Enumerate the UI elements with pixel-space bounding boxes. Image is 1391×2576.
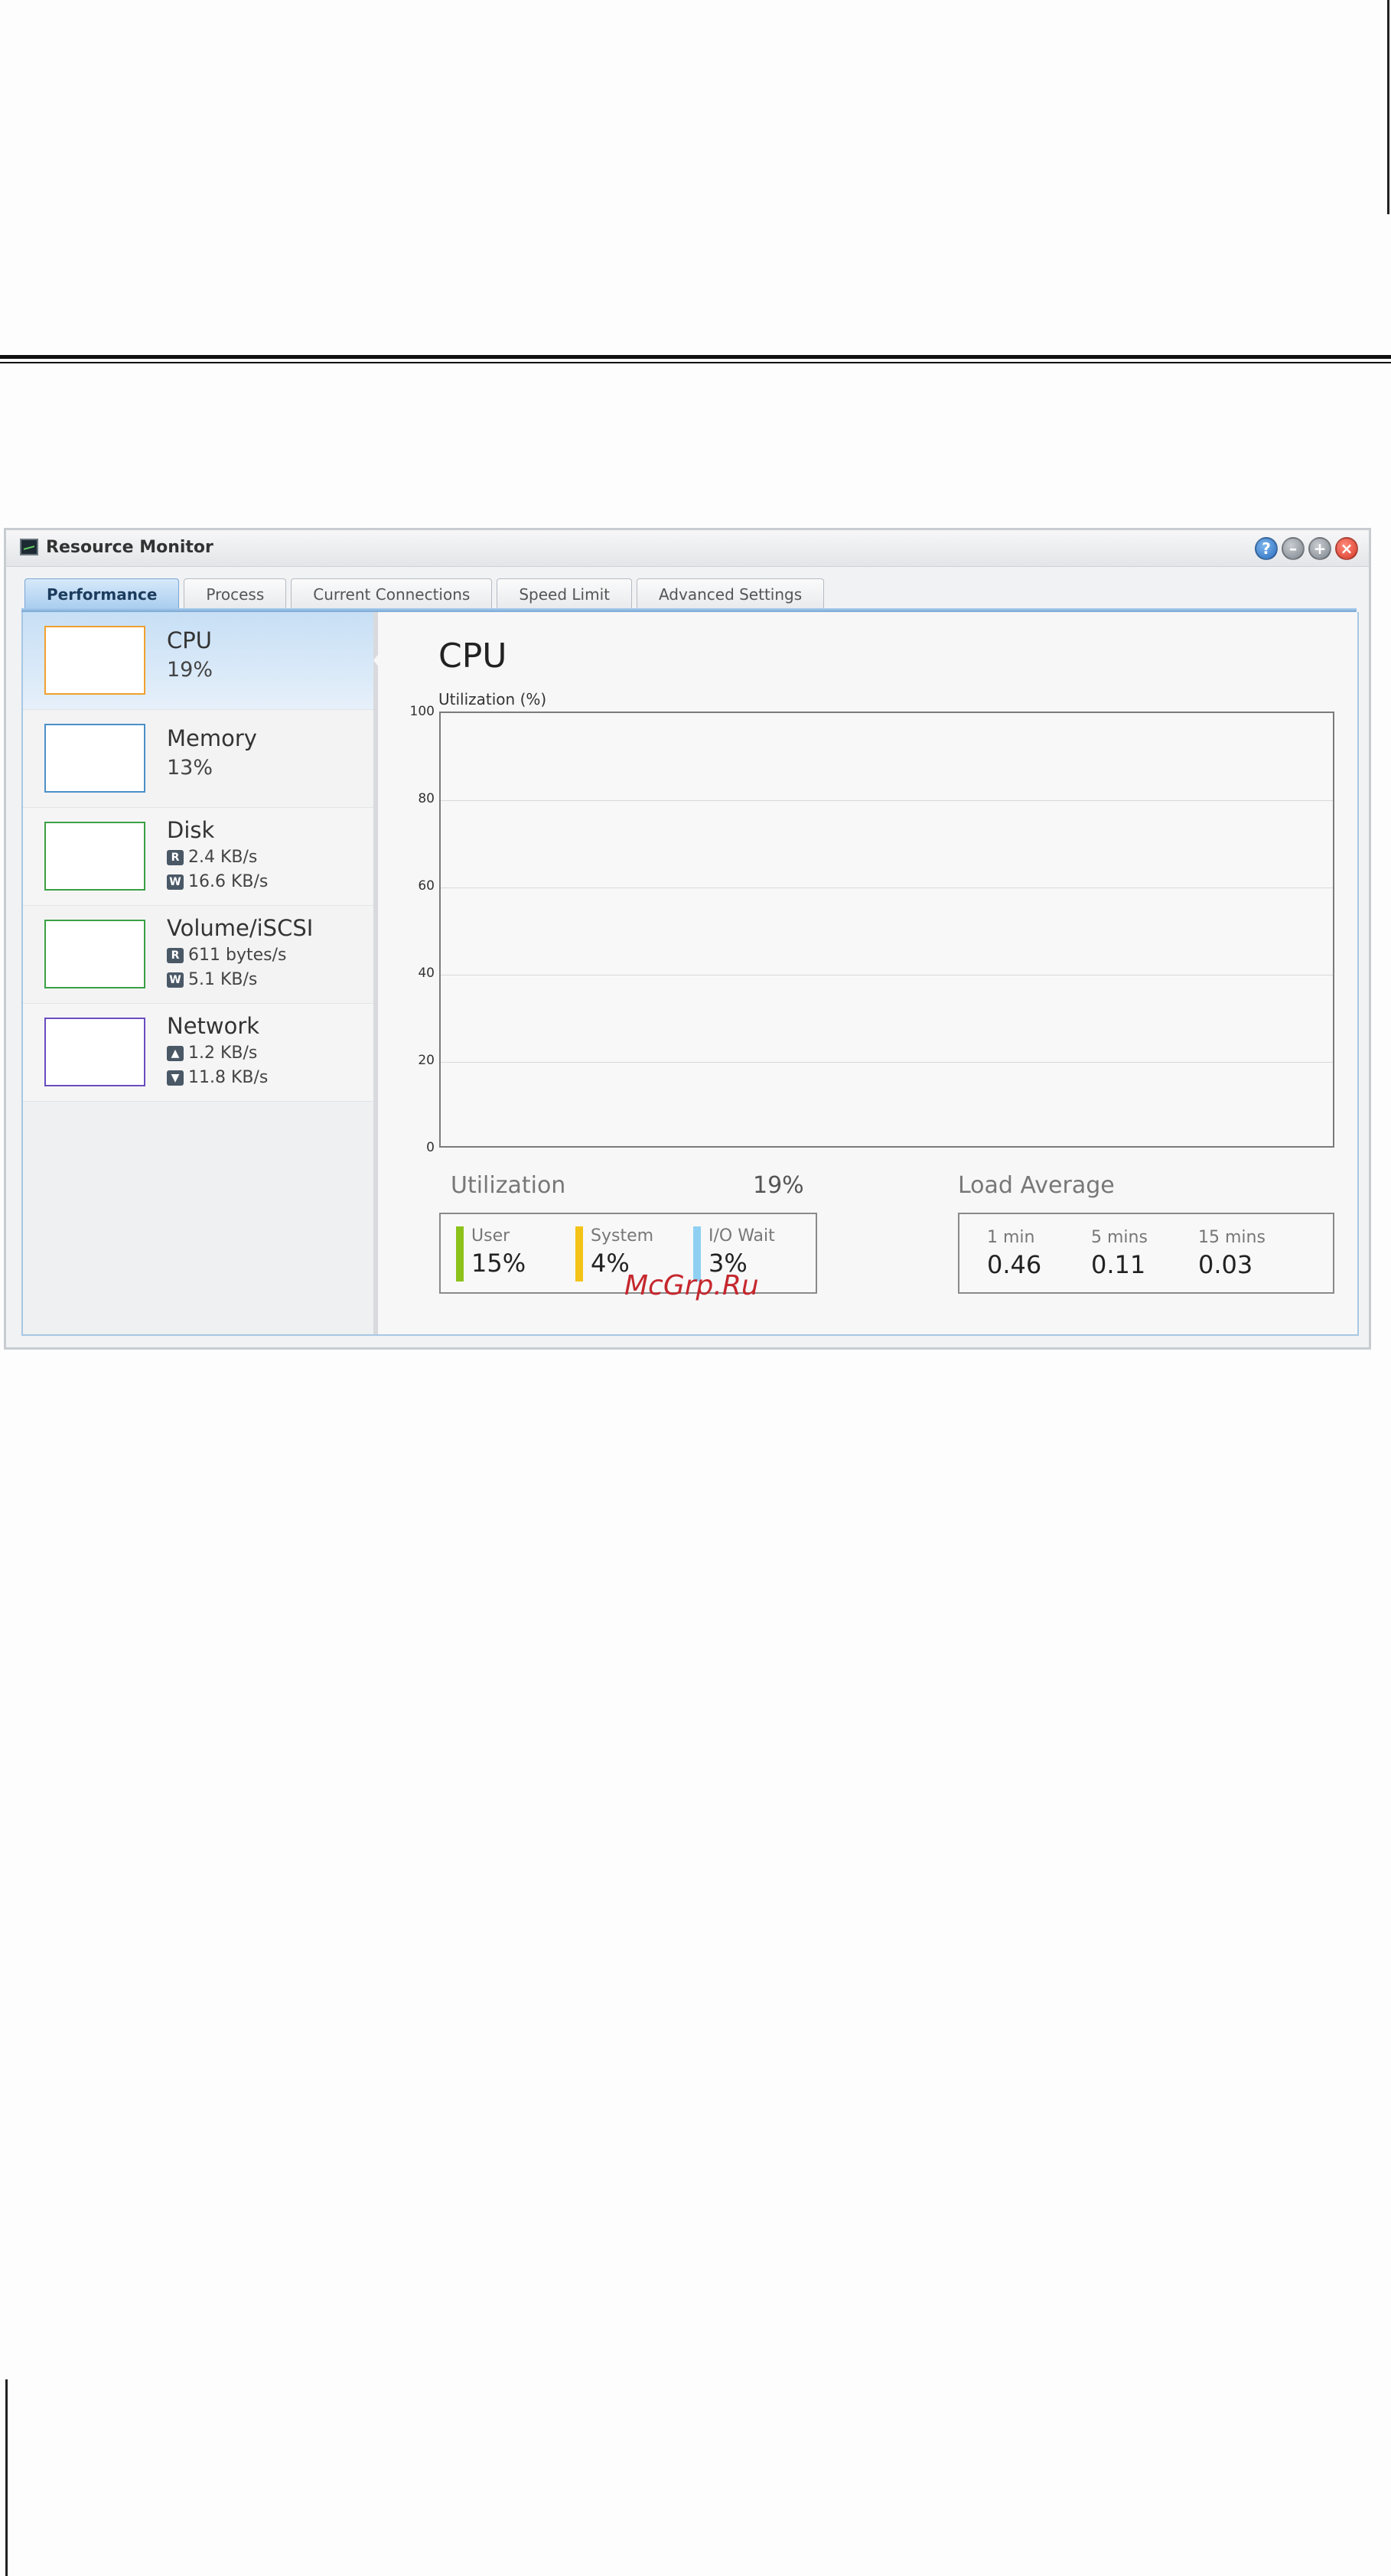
read-value: 2.4 KB/s [188,848,258,867]
upload-value: 1.2 KB/s [188,1044,258,1063]
write-badge-icon: W [167,972,184,988]
tab-bar: Performance Process Current Connections … [24,578,825,609]
stat-user: User 15% [456,1226,526,1281]
tab-process[interactable]: Process [184,578,287,609]
resource-item-network[interactable]: Network ▲ 1.2 KB/s ▼ 11.8 KB/s [23,1004,373,1102]
y-tick: 80 [418,791,435,806]
resource-item-volume[interactable]: Volume/iSCSI R 611 bytes/s W 5.1 KB/s [23,906,373,1004]
cpu-thumbnail-graph [44,626,145,695]
stat-label: User [471,1226,510,1246]
utilization-total: 19% [753,1172,804,1199]
load-average-box: 1 min 0.46 5 mins 0.11 15 mins 0.03 [958,1213,1334,1294]
stat-label: System [591,1226,654,1246]
write-value: 16.6 KB/s [188,872,269,891]
gridline [441,1062,1333,1063]
resource-item-cpu[interactable]: CPU 19% [23,612,373,710]
write-value: 5.1 KB/s [188,970,258,989]
y-tick: 0 [426,1140,435,1155]
stat-value: 15% [471,1249,526,1278]
read-badge-icon: R [167,849,184,865]
load-label: 1 min [987,1228,1035,1247]
tab-speed-limit[interactable]: Speed Limit [497,578,632,609]
disk-thumbnail-graph [44,822,145,891]
resource-name: CPU [167,627,212,653]
y-tick: 40 [418,966,435,981]
window-title: Resource Monitor [46,538,213,557]
detail-title: CPU [438,637,507,676]
resource-value: 13% [167,756,213,780]
network-download-rate: ▼ 11.8 KB/s [167,1068,268,1087]
page-rule-horizontal [0,355,1391,359]
close-icon[interactable]: × [1335,537,1358,560]
gridline [441,887,1333,888]
page-rule-vertical [1387,0,1389,214]
read-value: 611 bytes/s [188,946,287,965]
resource-item-disk[interactable]: Disk R 2.4 KB/s W 16.6 KB/s [23,808,373,906]
resource-list: CPU 19% Memory 13% Disk R 2.4 KB/s W 16.… [23,612,387,1334]
load-5min: 5 mins 0.11 [1091,1228,1148,1279]
arrow-up-icon: ▲ [167,1045,184,1061]
y-tick: 20 [418,1053,435,1068]
title-bar[interactable]: Resource Monitor ? – + × [6,530,1369,567]
load-value: 0.46 [987,1250,1042,1279]
write-badge-icon: W [167,874,184,890]
arrow-down-icon: ▼ [167,1070,184,1086]
utilization-title: Utilization [451,1172,566,1199]
resource-item-memory[interactable]: Memory 13% [23,710,373,808]
resource-value: 19% [167,658,213,682]
resource-name: Network [167,1013,260,1039]
system-color-bar [575,1226,583,1281]
resource-monitor-icon [20,539,38,555]
read-badge-icon: R [167,947,184,963]
tab-performance[interactable]: Performance [24,578,180,609]
stat-label: I/O Wait [709,1226,775,1246]
load-average-title: Load Average [958,1172,1115,1199]
resource-name: Volume/iSCSI [167,915,314,941]
cpu-detail: CPU Utilization (%) 100 80 60 40 20 0 Ut… [378,612,1359,1334]
maximize-icon[interactable]: + [1308,537,1331,560]
cpu-utilization-graph [439,712,1334,1148]
minimize-icon[interactable]: – [1282,537,1305,560]
disk-read-rate: R 2.4 KB/s [167,848,257,867]
plot-axis-label: Utilization (%) [438,690,547,708]
download-value: 11.8 KB/s [188,1068,269,1087]
load-value: 0.11 [1091,1250,1146,1279]
resource-name: Disk [167,817,215,843]
memory-thumbnail-graph [44,724,145,793]
volume-write-rate: W 5.1 KB/s [167,970,257,989]
load-value: 0.03 [1198,1250,1253,1279]
tab-current-connections[interactable]: Current Connections [291,578,493,609]
resource-monitor-window: Resource Monitor ? – + × Performance Pro… [4,528,1371,1350]
load-1min: 1 min 0.46 [987,1228,1041,1279]
performance-panel: CPU 19% Memory 13% Disk R 2.4 KB/s W 16.… [21,612,1359,1336]
resource-name: Memory [167,725,257,751]
tab-advanced-settings[interactable]: Advanced Settings [636,578,825,609]
network-thumbnail-graph [44,1018,145,1086]
load-15min: 15 mins 0.03 [1198,1228,1266,1279]
watermark: McGrp.Ru [624,1270,759,1301]
load-label: 5 mins [1091,1228,1148,1247]
window-controls: ? – + × [1255,537,1358,560]
help-icon[interactable]: ? [1255,537,1278,560]
volume-read-rate: R 611 bytes/s [167,946,286,965]
y-tick: 60 [418,878,435,894]
load-label: 15 mins [1198,1228,1266,1247]
y-tick: 100 [409,704,435,719]
disk-write-rate: W 16.6 KB/s [167,872,268,891]
page-rule-vertical-bottom [5,2379,8,2576]
network-upload-rate: ▲ 1.2 KB/s [167,1044,257,1063]
gridline [441,800,1333,801]
user-color-bar [456,1226,464,1281]
page-rule-horizontal-thin [0,362,1391,363]
volume-thumbnail-graph [44,920,145,988]
